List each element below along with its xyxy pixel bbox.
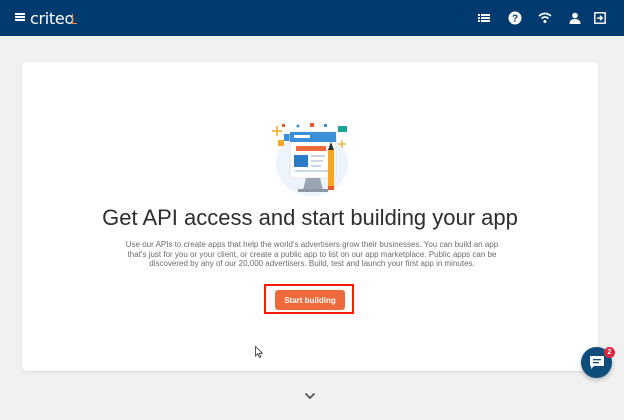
app-building-illustration [268, 120, 358, 202]
description-line: that's just for you or your client, or c… [127, 249, 497, 259]
svg-text:?: ? [512, 14, 518, 25]
api-description: Use our APIs to create apps that help th… [97, 240, 527, 269]
description-line: discovered by any of our 20,000 advertis… [149, 259, 475, 269]
start-building-button[interactable]: Start building [275, 290, 345, 310]
chevron-down-icon[interactable] [304, 388, 316, 400]
page-title: Get API access and start building your a… [102, 205, 518, 230]
logout-icon[interactable] [592, 10, 608, 26]
user-icon[interactable] [567, 10, 583, 26]
mouse-cursor-icon [255, 345, 264, 359]
brand-mark [72, 14, 77, 24]
top-bar: criteo ? [0, 0, 624, 36]
chat-notification-badge: 2 [604, 347, 615, 358]
wifi-icon[interactable] [537, 10, 553, 26]
hamburger-menu-icon[interactable] [15, 13, 25, 21]
question-circle-icon[interactable]: ? [507, 10, 523, 26]
list-icon[interactable] [476, 10, 492, 26]
description-line: Use our APIs to create apps that help th… [125, 240, 499, 249]
brand-logo[interactable]: criteo [30, 9, 74, 28]
